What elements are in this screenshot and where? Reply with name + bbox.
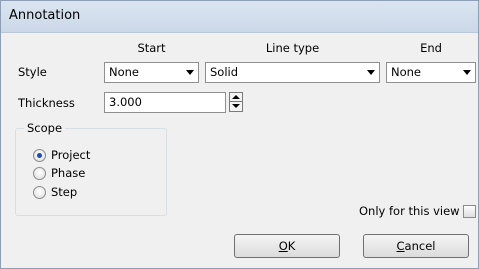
ok-label: K [287,239,296,253]
cancel-label: ancel [404,239,436,253]
column-header-end: End [420,41,442,55]
chevron-down-icon [186,70,194,75]
thickness-spinner[interactable] [229,92,243,112]
annotation-dialog: Annotation Start Line type End Style Non… [0,0,479,269]
column-header-start: Start [137,41,166,55]
line-type-select[interactable]: Solid [205,62,380,83]
spin-down-icon[interactable] [230,102,242,111]
start-style-value: None [109,65,140,79]
end-style-select[interactable]: None [386,62,476,83]
scope-option-label: Step [51,185,78,199]
end-style-value: None [391,65,422,79]
only-for-this-view-label: Only for this view [359,204,460,218]
cancel-button[interactable]: Cancel [363,234,469,258]
line-type-value: Solid [210,65,239,79]
column-header-line-type: Line type [265,41,320,55]
chevron-down-icon [367,70,375,75]
thickness-input[interactable]: 3.000 [104,92,226,113]
radio-selected-icon[interactable] [33,149,46,162]
start-style-select[interactable]: None [104,62,199,83]
cancel-mnemonic: C [396,239,405,253]
spin-up-icon[interactable] [230,93,242,102]
ok-button[interactable]: OK [234,234,340,258]
title-bar: Annotation [1,1,478,33]
only-for-this-view-checkbox[interactable] [463,205,476,218]
scope-group-title: Scope [24,121,66,135]
scope-option-label: Phase [51,166,86,180]
radio-unselected-icon[interactable] [33,186,46,199]
chevron-down-icon [463,70,471,75]
style-label: Style [18,65,47,79]
thickness-label: Thickness [18,96,75,110]
radio-unselected-icon[interactable] [33,167,46,180]
dialog-title: Annotation [9,8,81,23]
ok-mnemonic: O [278,239,288,253]
scope-option-label: Project [51,148,91,162]
